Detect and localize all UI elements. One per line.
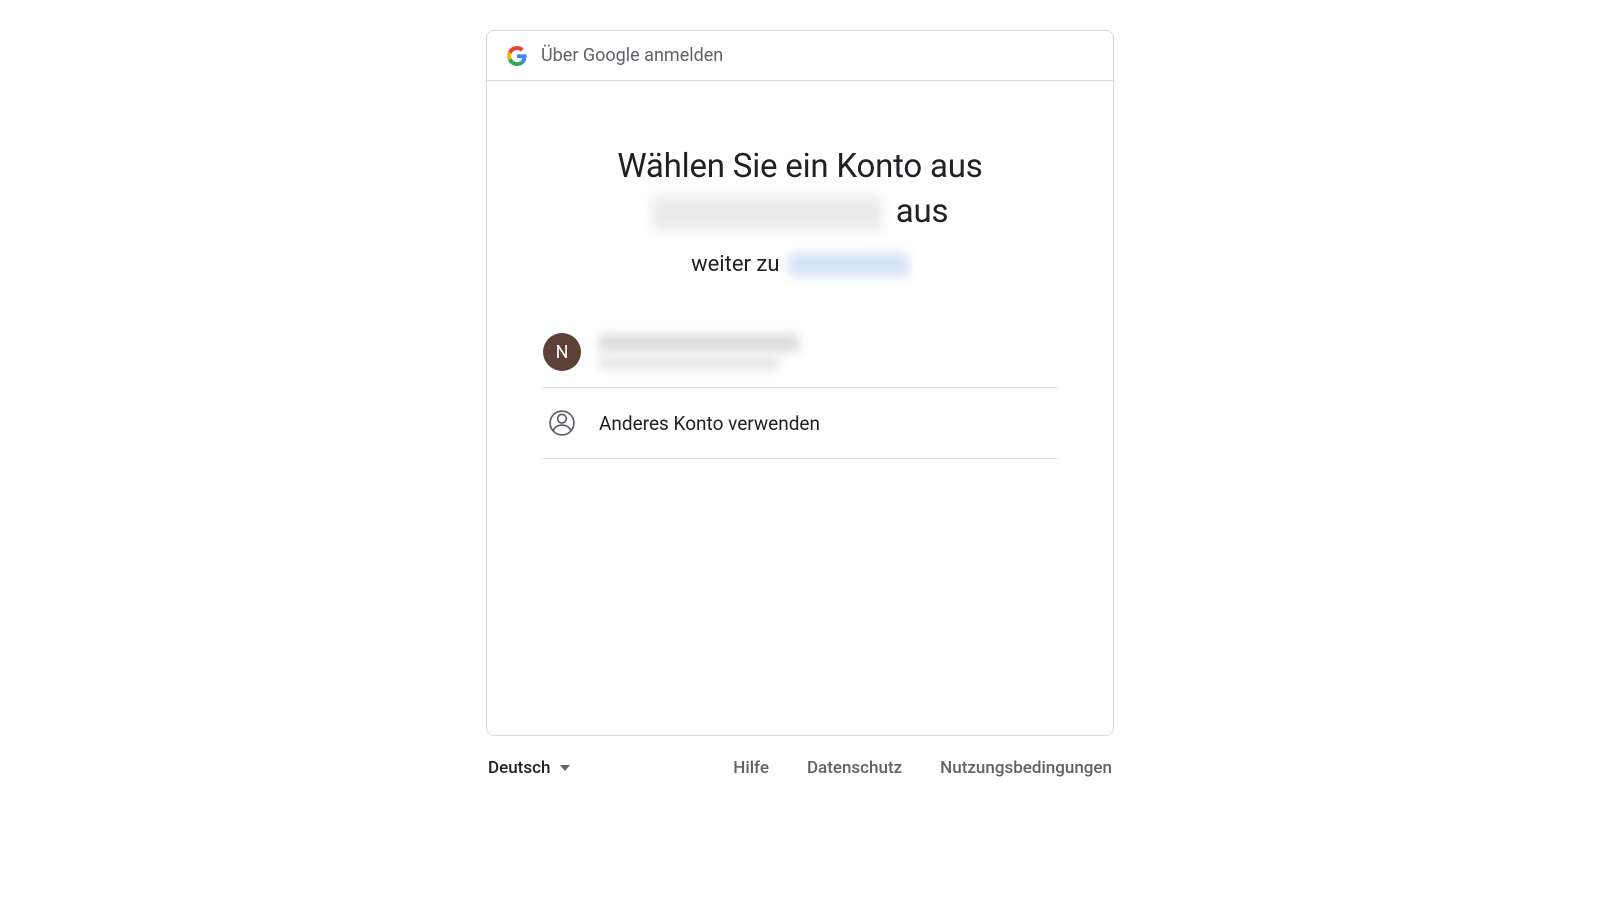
redacted-app-name: [789, 253, 909, 277]
header-title: Über Google anmelden: [541, 45, 723, 66]
redacted-account-name: [599, 334, 799, 352]
use-another-account-label: Anderes Konto verwenden: [599, 412, 820, 435]
account-list: N Anderes Konto verwenden: [543, 317, 1057, 459]
title-line-2-suffix: aus: [896, 192, 949, 231]
terms-link[interactable]: Nutzungsbedingungen: [940, 758, 1112, 778]
privacy-link[interactable]: Datenschutz: [807, 758, 902, 778]
title-section: Wählen Sie ein Konto aus aus weiter zu: [543, 145, 1057, 277]
use-another-account[interactable]: Anderes Konto verwenden: [543, 388, 1057, 459]
footer-links: Hilfe Datenschutz Nutzungsbedingungen: [733, 758, 1112, 778]
footer: Deutsch Hilfe Datenschutz Nutzungsbeding…: [486, 736, 1114, 778]
title-line-1: Wählen Sie ein Konto aus: [543, 145, 1057, 190]
signin-card: Über Google anmelden Wählen Sie ein Kont…: [486, 30, 1114, 736]
subtitle: weiter zu: [543, 252, 1057, 277]
redacted-domain: [652, 196, 882, 230]
google-logo-icon: [507, 46, 527, 66]
title-line-2: aus: [543, 190, 1057, 235]
account-info: [599, 334, 799, 370]
language-label: Deutsch: [488, 758, 550, 778]
subtitle-prefix: weiter zu: [691, 252, 779, 277]
chevron-down-icon: [560, 765, 570, 771]
account-item[interactable]: N: [543, 317, 1057, 388]
redacted-account-email: [599, 356, 779, 370]
card-header: Über Google anmelden: [487, 31, 1113, 81]
language-selector[interactable]: Deutsch: [488, 758, 570, 778]
avatar: N: [543, 333, 581, 371]
avatar-initial: N: [556, 342, 569, 363]
person-icon: [543, 404, 581, 442]
help-link[interactable]: Hilfe: [733, 758, 769, 778]
card-body: Wählen Sie ein Konto aus aus weiter zu N: [487, 81, 1113, 735]
